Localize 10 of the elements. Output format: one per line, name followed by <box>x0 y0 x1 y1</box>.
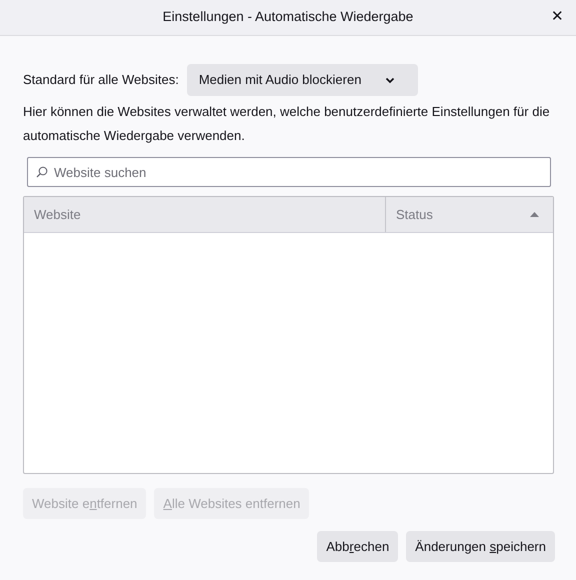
chevron-down-icon <box>385 76 396 84</box>
dialog-button[interactable]: Abbrechen <box>317 531 398 562</box>
search-icon <box>36 166 48 178</box>
search-field[interactable]: Website suchen <box>27 157 551 187</box>
default-setting-label: Standard für alle Websites: <box>23 71 179 90</box>
description-text: Hier können die Websites verwaltet werden, welche benutzerdefinierte Einstellungen für die automatische Wiedergabe verwenden. <box>23 103 551 145</box>
dialog-button[interactable]: Änderungen speichern <box>406 531 555 562</box>
close-button[interactable]: ✕ <box>551 8 564 26</box>
default-setting-dropdown[interactable]: Medien mit Audio blockieren <box>186 64 418 96</box>
window-title: Einstellungen - Automatische Wiedergabe <box>162 8 414 26</box>
